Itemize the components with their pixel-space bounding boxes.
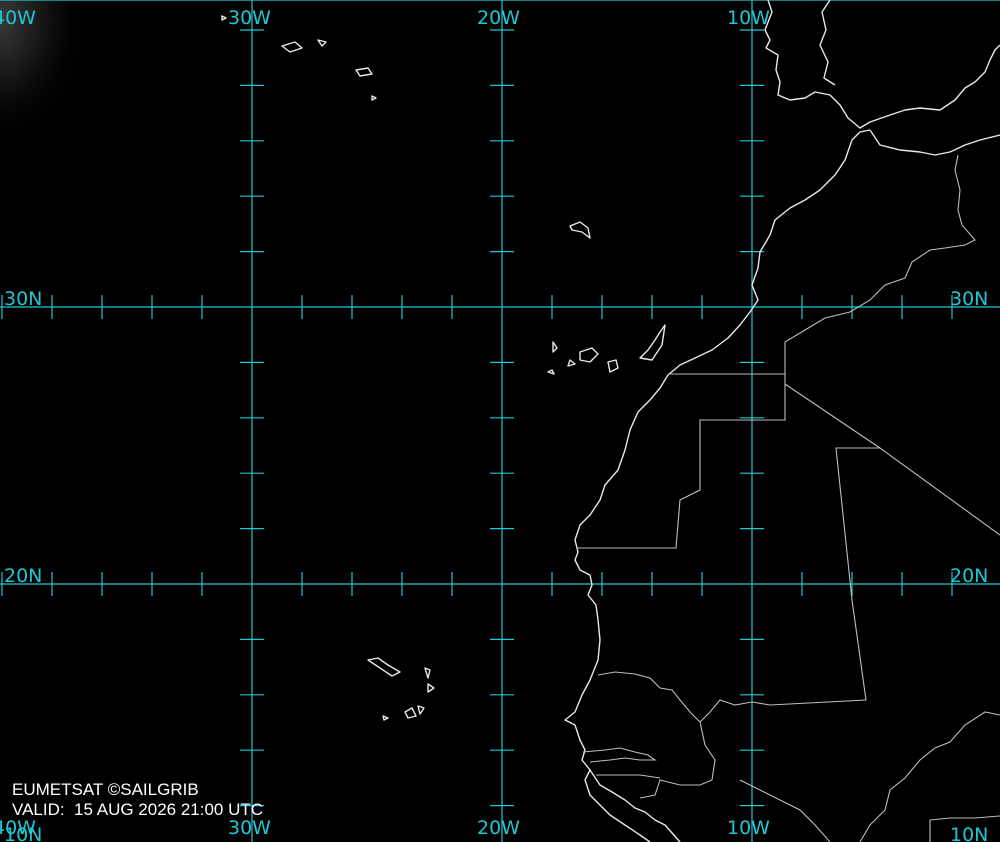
label-lon-20w-top: 20W [477,7,520,29]
label-lat-30n-left: 30N [4,288,42,310]
label-lat-20n-right: 20N [950,565,988,587]
label-lon-40w-top: 40W [0,7,36,29]
label-lon-30w-top: 30W [228,7,271,29]
label-lat-30n-right: 30N [950,288,988,310]
label-lat-10n-right: 10N [950,824,988,842]
source-credit: EUMETSAT ©SAILGRIB [12,780,199,799]
valid-time: VALID: 15 AUG 2026 21:00 UTC [12,800,264,819]
satellite-map[interactable]: 40W 30W 20W 10W 40W 30W 20W 10W 30N 30N … [0,0,1000,842]
map-canvas: 40W 30W 20W 10W 40W 30W 20W 10W 30N 30N … [0,0,1000,842]
label-lat-10n-left: 10N [4,824,42,842]
label-lon-10w-top: 10W [727,7,770,29]
label-lon-30w-bottom: 30W [228,817,271,839]
label-lat-20n-left: 20N [4,565,42,587]
label-lon-10w-bottom: 10W [727,817,770,839]
label-lon-20w-bottom: 20W [477,817,520,839]
